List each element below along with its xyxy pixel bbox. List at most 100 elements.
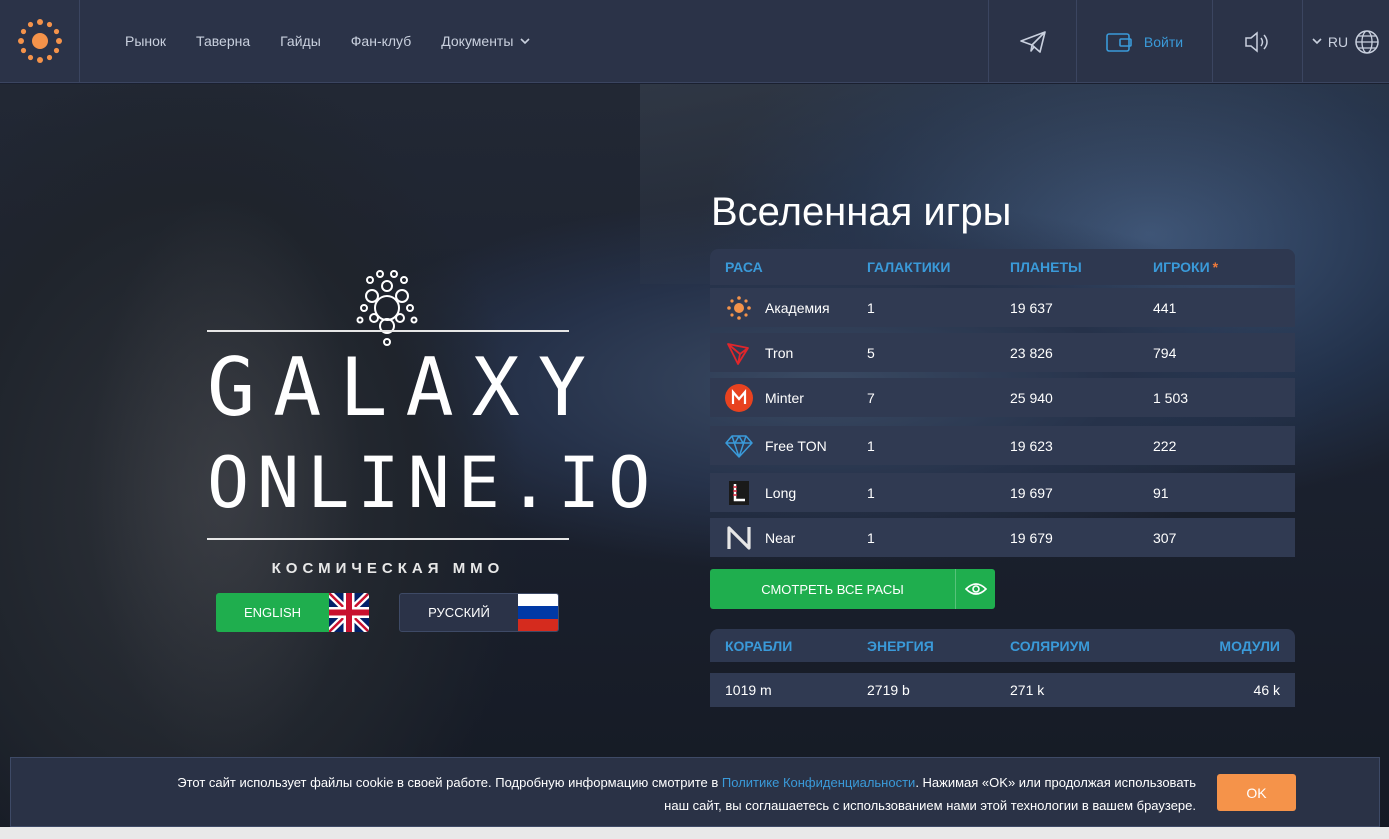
nav-item-tavern[interactable]: Таверна xyxy=(196,33,250,49)
nav-item-market[interactable]: Рынок xyxy=(125,33,166,49)
site-logo[interactable] xyxy=(0,0,80,83)
solarium-value: 271 k xyxy=(1010,682,1045,698)
resources-table: КОРАБЛИ ЭНЕРГИЯ СОЛЯРИУМ МОДУЛИ 1019 m 2… xyxy=(710,629,1295,707)
players-footnote-star: * xyxy=(1212,259,1219,275)
race-cell: Академия xyxy=(710,294,867,322)
ships-value: 1019 m xyxy=(725,682,772,698)
race-name: Free TON xyxy=(765,437,827,454)
race-players: 91 xyxy=(1153,484,1169,501)
page-bottom-strip xyxy=(0,827,1389,839)
race-name: Tron xyxy=(765,344,794,361)
cookie-text-line2: наш сайт, вы соглашаетесь с использовани… xyxy=(664,798,1196,813)
race-planets: 19 637 xyxy=(1010,299,1053,316)
race-planets: 23 826 xyxy=(1010,344,1053,361)
race-galaxies: 7 xyxy=(867,389,875,406)
russian-button[interactable]: РУССКИЙ xyxy=(399,593,559,632)
table-row: Free TON 1 19 623 222 xyxy=(710,426,1295,465)
race-planets: 19 697 xyxy=(1010,484,1053,501)
uk-flag-icon xyxy=(329,593,369,632)
header-modules: МОДУЛИ xyxy=(1219,637,1280,654)
free-ton-icon xyxy=(725,432,753,460)
wallet-icon xyxy=(1106,32,1132,52)
table-row: Академия 1 19 637 441 xyxy=(710,288,1295,327)
race-galaxies: 1 xyxy=(867,484,875,501)
cookie-text-after: . Нажимая «OK» или продолжая использоват… xyxy=(915,775,1196,790)
chevron-down-icon xyxy=(1312,38,1322,45)
brand-divider-bottom xyxy=(207,538,569,540)
race-planets: 19 679 xyxy=(1010,529,1053,546)
race-name: Long xyxy=(765,484,797,501)
see-all-races-label: СМОТРЕТЬ ВСЕ РАСЫ xyxy=(761,581,904,597)
header-solarium: СОЛЯРИУМ xyxy=(1010,637,1090,654)
resources-table-header: КОРАБЛИ ЭНЕРГИЯ СОЛЯРИУМ МОДУЛИ xyxy=(710,629,1295,662)
cookie-text: Этот сайт использует файлы cookie в свое… xyxy=(71,771,1196,817)
globe-icon xyxy=(1355,29,1379,54)
nav-item-documents-label: Документы xyxy=(441,33,514,49)
table-row: Near 1 19 679 307 xyxy=(710,518,1295,557)
header-energy: ЭНЕРГИЯ xyxy=(867,637,934,654)
english-button[interactable]: ENGLISH xyxy=(216,593,369,632)
nav-item-guides[interactable]: Гайды xyxy=(280,33,321,49)
header-race: РАСА xyxy=(725,259,763,275)
races-table: РАСА ГАЛАКТИКИ ПЛАНЕТЫ ИГРОКИ * Академия … xyxy=(710,249,1295,557)
english-label: ENGLISH xyxy=(243,605,302,620)
brand-title-line1: GALAXY xyxy=(207,341,604,434)
see-all-races-button[interactable]: СМОТРЕТЬ ВСЕ РАСЫ xyxy=(710,569,995,609)
nav-item-fanclub[interactable]: Фан-клуб xyxy=(351,33,411,49)
privacy-policy-link[interactable]: Политике Конфиденциальности xyxy=(722,775,915,790)
telegram-icon xyxy=(1019,30,1046,53)
login-button[interactable]: Войти xyxy=(1076,0,1212,83)
header-planets: ПЛАНЕТЫ xyxy=(1010,259,1082,275)
eye-icon xyxy=(955,569,995,609)
galaxy-logo-icon xyxy=(17,19,62,63)
login-label: Войти xyxy=(1143,33,1184,50)
language-selector[interactable]: RU xyxy=(1302,0,1389,83)
tron-icon xyxy=(725,339,753,367)
race-players: 1 503 xyxy=(1153,389,1189,406)
long-icon xyxy=(725,479,753,507)
sound-toggle[interactable] xyxy=(1212,0,1302,83)
race-name: Near xyxy=(765,529,796,546)
cookie-banner: Этот сайт использует файлы cookie в свое… xyxy=(10,757,1380,827)
minter-icon xyxy=(725,383,753,412)
telegram-button[interactable] xyxy=(988,0,1076,83)
chevron-down-icon xyxy=(520,37,530,44)
race-galaxies: 1 xyxy=(867,299,875,316)
language-code: RU xyxy=(1327,33,1349,50)
cookie-text-before: Этот сайт использует файлы cookie в свое… xyxy=(177,775,722,790)
race-planets: 19 623 xyxy=(1010,437,1053,454)
russian-label: РУССКИЙ xyxy=(428,605,490,620)
race-galaxies: 1 xyxy=(867,529,875,546)
brand-divider-top xyxy=(207,330,569,332)
race-players: 794 xyxy=(1153,344,1177,361)
race-cell: Minter xyxy=(710,383,867,412)
near-icon xyxy=(725,524,753,552)
race-cell: Near xyxy=(710,524,867,552)
table-row: Tron 5 23 826 794 xyxy=(710,333,1295,372)
brand-logo-icon xyxy=(356,270,418,346)
academy-icon xyxy=(725,294,753,322)
race-name: Minter xyxy=(765,389,804,406)
header-ships: КОРАБЛИ xyxy=(725,637,793,654)
resources-row: 1019 m 2719 b 271 k 46 k xyxy=(710,673,1295,707)
race-cell: Tron xyxy=(710,339,867,367)
energy-value: 2719 b xyxy=(867,682,910,698)
race-players: 307 xyxy=(1153,529,1177,546)
brand-subtitle: КОСМИЧЕСКАЯ ММО xyxy=(271,560,505,577)
race-planets: 25 940 xyxy=(1010,389,1053,406)
header-galaxies: ГАЛАКТИКИ xyxy=(867,259,951,275)
cookie-ok-button[interactable]: OK xyxy=(1217,774,1296,811)
sound-icon xyxy=(1244,30,1268,53)
race-galaxies: 1 xyxy=(867,437,875,454)
race-players: 222 xyxy=(1153,437,1177,454)
race-players: 441 xyxy=(1153,299,1177,316)
header-players-label: ИГРОКИ xyxy=(1153,259,1210,275)
header-actions: Войти RU xyxy=(988,0,1389,83)
header-players: ИГРОКИ * xyxy=(1153,259,1295,275)
race-name: Академия xyxy=(765,299,830,316)
top-header: Рынок Таверна Гайды Фан-клуб Документы В… xyxy=(0,0,1389,83)
main-nav: Рынок Таверна Гайды Фан-клуб Документы xyxy=(125,33,560,49)
nav-item-documents[interactable]: Документы xyxy=(441,33,530,49)
russia-flag-icon xyxy=(518,594,558,631)
modules-value: 46 k xyxy=(1253,682,1280,698)
